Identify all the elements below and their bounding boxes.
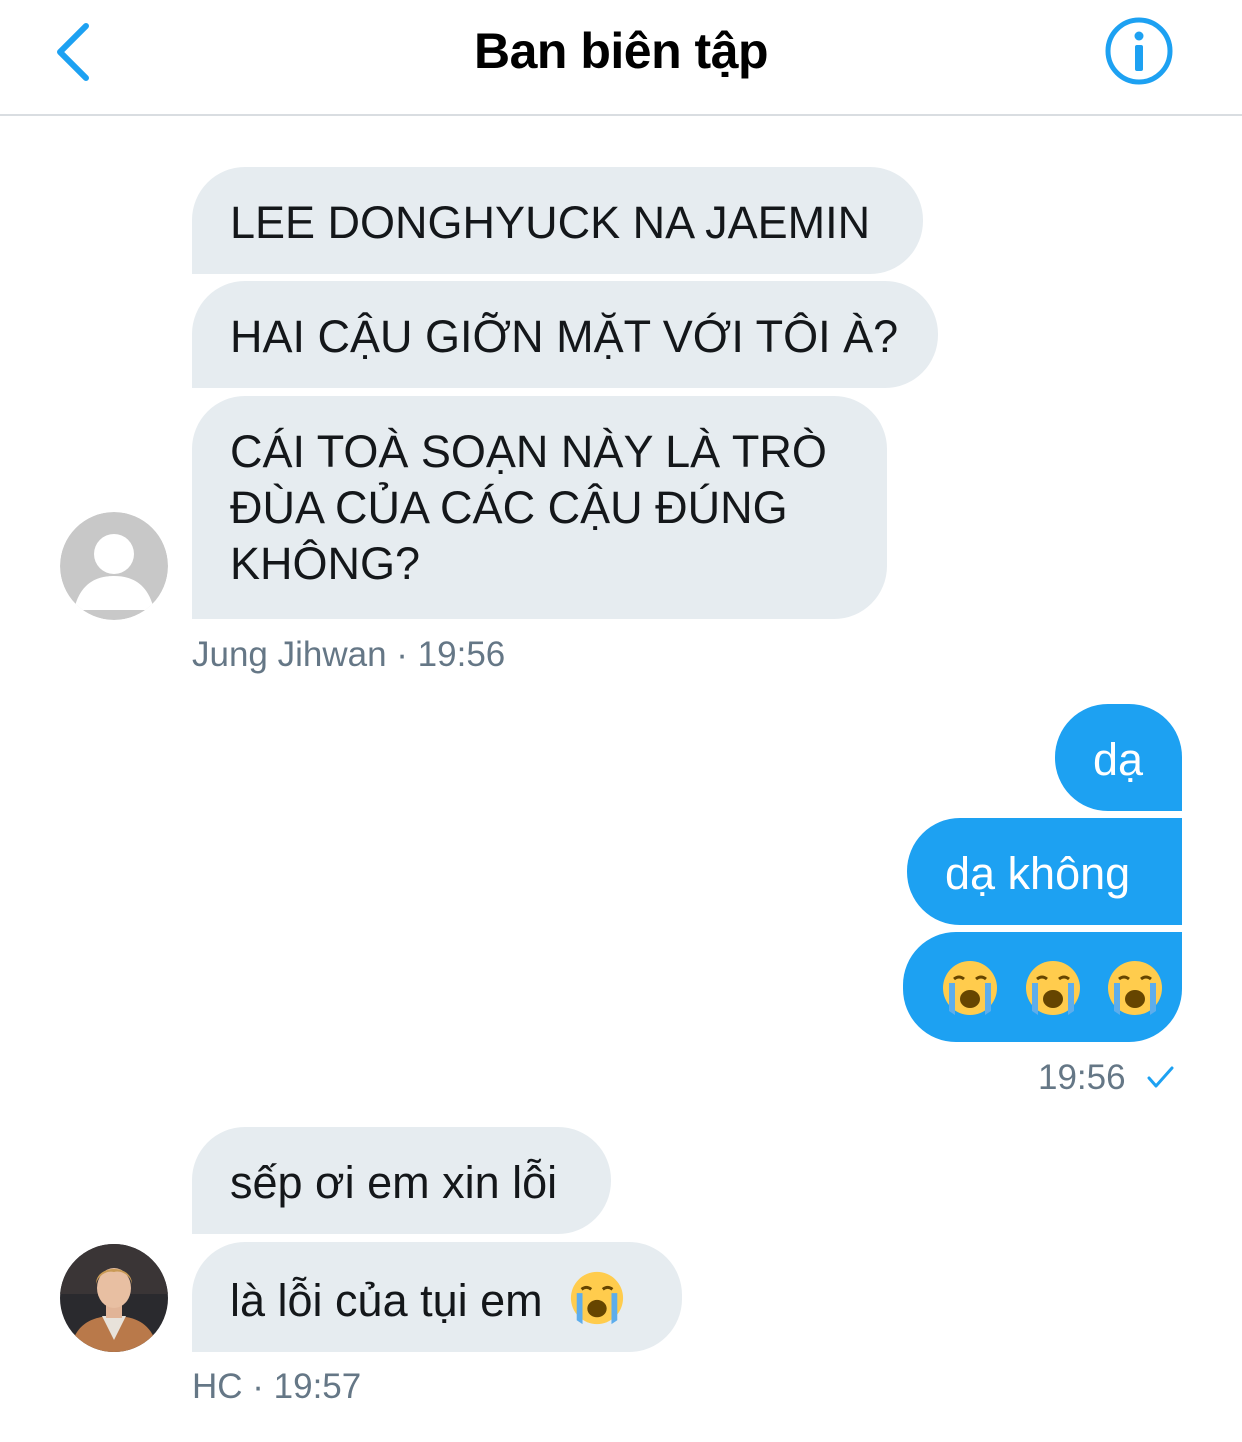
message-text: dạ không: [945, 848, 1131, 899]
crying-face-icon: [1025, 961, 1080, 1016]
message-meta: Jung Jihwan · 19:56: [192, 635, 506, 674]
message-text: là lỗi của tụi em: [230, 1275, 543, 1326]
message-bubble[interactable]: [903, 932, 1182, 1042]
my-message-meta: 19:56: [1038, 1058, 1175, 1098]
message-text-line: ĐÙA CỦA CÁC CẬU ĐÚNG: [230, 482, 788, 533]
info-button[interactable]: [1104, 16, 1174, 86]
info-icon: [1105, 17, 1173, 85]
message-text-line: CÁI TOÀ SOẠN NÀY LÀ TRÒ: [230, 426, 827, 477]
conversation-header: Ban biên tập: [0, 0, 1242, 116]
avatar[interactable]: [60, 1244, 168, 1352]
message-bubble[interactable]: HAI CẬU GIỠN MẶT VỚI TÔI À?: [192, 281, 938, 388]
crying-face-icon: [943, 961, 997, 1016]
message-bubble[interactable]: dạ không: [907, 818, 1182, 925]
default-avatar-icon: [60, 512, 168, 620]
message-meta: HC · 19:57: [192, 1367, 362, 1406]
message-text: dạ: [1093, 734, 1144, 785]
message-text: HAI CẬU GIỠN MẶT VỚI TÔI À?: [230, 311, 899, 362]
message-bubble[interactable]: LEE DONGHYUCK NA JAEMIN: [192, 167, 923, 274]
message-bubble[interactable]: là lỗi của tụi em: [192, 1242, 682, 1352]
message-time: 19:56: [1038, 1058, 1126, 1097]
user-photo-avatar: [60, 1244, 168, 1352]
message-text-line: KHÔNG?: [230, 538, 421, 589]
crying-face-icon: [571, 1271, 624, 1325]
message-bubble[interactable]: sếp ơi em xin lỗi: [192, 1127, 611, 1234]
message-text: sếp ơi em xin lỗi: [230, 1157, 558, 1208]
message-bubble[interactable]: CÁI TOÀ SOẠN NÀY LÀ TRÒ ĐÙA CỦA CÁC CẬU …: [192, 396, 887, 619]
conversation-title: Ban biên tập: [473, 23, 769, 79]
crying-emoji-row: [941, 959, 1164, 1016]
message-bubble[interactable]: dạ: [1055, 704, 1182, 811]
crying-face-icon: [1108, 961, 1163, 1016]
message-text: LEE DONGHYUCK NA JAEMIN: [230, 197, 871, 248]
avatar[interactable]: [60, 512, 168, 620]
checkmark-icon: [1147, 1066, 1174, 1088]
